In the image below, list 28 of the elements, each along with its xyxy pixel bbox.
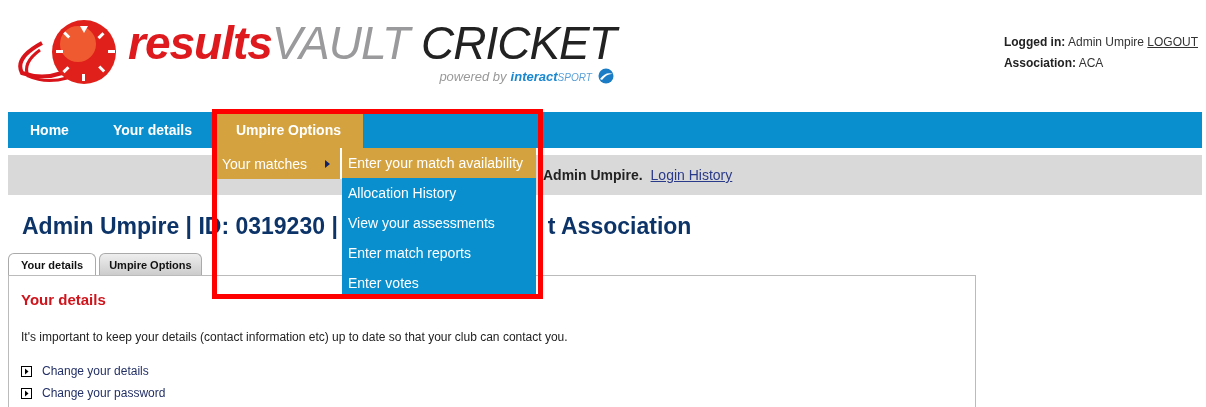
nav-tab[interactable]: Your details [90, 112, 214, 148]
triangle-right-icon [325, 159, 330, 168]
association-value: ACA [1078, 56, 1104, 70]
panel-link[interactable]: Change your details [42, 364, 149, 378]
panel-title: Your details [21, 291, 107, 308]
association-label: Association: [1003, 56, 1076, 70]
play-box-icon [21, 365, 32, 377]
intro-text: It's important to keep your details (contact information etc) up to date so that your club can contact you. [21, 330, 569, 344]
tab[interactable]: Your details [8, 253, 97, 275]
logout-link[interactable]: LOGOUT [1147, 35, 1198, 49]
submenu-item[interactable]: Enter match reports [342, 238, 536, 268]
dropdown-item[interactable]: Your matches [214, 148, 342, 179]
submenu-item[interactable]: Allocation History [342, 178, 536, 208]
page-heading-end: t Association [547, 212, 692, 240]
nav-tab[interactable]: Home [8, 112, 91, 148]
user-name: Admin Umpire [1067, 35, 1144, 49]
welcome-text: Admin Umpire. [543, 167, 643, 183]
submenu-item[interactable]: View your assessments [342, 208, 536, 238]
brand-logo-text: interactSPORT [510, 68, 592, 84]
submenu-item[interactable]: Enter your match availability [342, 148, 536, 178]
panel-link[interactable]: Change your password [42, 386, 166, 400]
tab[interactable]: Umpire Options [99, 253, 202, 275]
login-history-link[interactable]: Login History [650, 167, 733, 183]
play-box-icon [21, 387, 32, 399]
nav-tab[interactable]: Umpire Options [214, 112, 363, 148]
powered-by-text: powered by [439, 68, 507, 84]
logged-in-label: Logged in: [1003, 35, 1066, 49]
submenu-item[interactable]: Enter votes [342, 268, 536, 298]
